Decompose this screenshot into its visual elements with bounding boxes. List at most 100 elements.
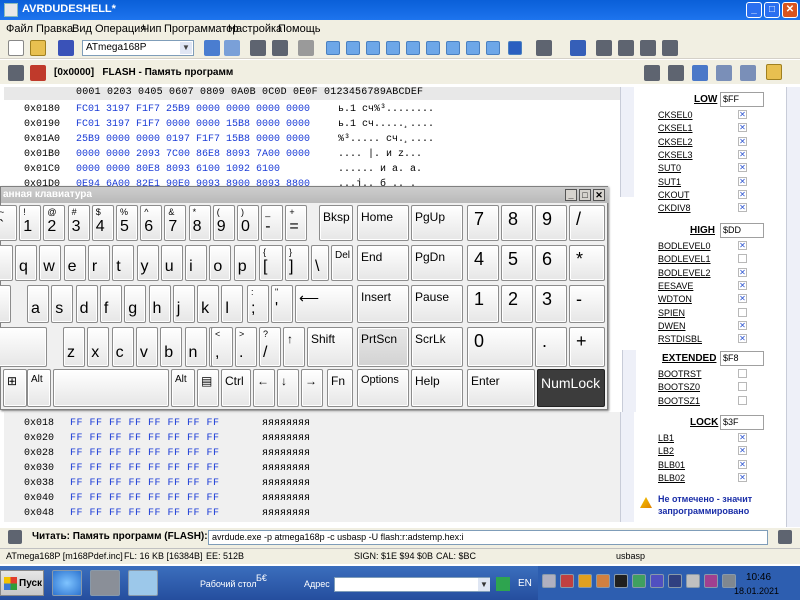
fuse-checkbox[interactable]: ✕ <box>738 294 747 304</box>
keyboard-maximize-button[interactable]: □ <box>579 189 591 201</box>
key-ctrl[interactable]: Ctrl <box>221 369 251 407</box>
key-num-0[interactable]: 0 <box>467 327 533 367</box>
hex-row[interactable]: 0x0180 FC01 3197 F1F7 25B9 0000 0000 0000… <box>4 102 620 117</box>
key-9[interactable]: (9 <box>212 205 235 241</box>
hex-row[interactable]: 0x01A0 25B9 0000 0000 0197 F1F7 15B8 0000… <box>4 132 620 147</box>
hex-tool-1-icon[interactable] <box>326 41 340 55</box>
key-scrlk[interactable]: ScrLk <box>411 327 463 367</box>
hex-row[interactable]: 0x0190 FC01 3197 F1F7 0000 0000 15B8 0000… <box>4 117 620 132</box>
key-home[interactable]: Home <box>357 205 409 241</box>
hex-row[interactable]: 0x01B0 0000 0000 2093 7C00 86E8 8093 7A00… <box>4 147 620 162</box>
hex-row[interactable]: 0x020 FF FF FF FF FF FF FF FF яяяяяяяя <box>4 431 620 446</box>
key-g[interactable]: g <box>124 285 147 323</box>
key-num-6[interactable]: 6 <box>535 245 567 281</box>
edit-chip-icon[interactable] <box>204 40 220 56</box>
read-flash-icon[interactable] <box>8 65 24 81</box>
key-s[interactable]: s <box>51 285 74 323</box>
execute-command-icon[interactable] <box>778 530 792 544</box>
key-semicolon[interactable]: :; <box>247 285 269 323</box>
clock-date[interactable]: 18.01.2021 <box>734 586 779 596</box>
key-num-7[interactable]: 7 <box>467 205 499 241</box>
new-file-icon[interactable] <box>8 40 24 56</box>
fuse-checkbox[interactable] <box>738 382 747 392</box>
key-d[interactable]: d <box>75 285 98 323</box>
fuse-checkbox[interactable]: ✕ <box>738 334 747 344</box>
key-c[interactable]: c <box>111 327 134 367</box>
key-r[interactable]: r <box>87 245 110 281</box>
key-alt-right[interactable]: Alt <box>171 369 195 407</box>
language-indicator[interactable]: EN <box>518 578 532 589</box>
menu-settings[interactable]: Настройка <box>228 23 282 35</box>
key-alt-left[interactable]: Alt <box>27 369 51 407</box>
hex-scrollbar-2[interactable] <box>620 412 634 522</box>
hex-scrollbar[interactable] <box>620 87 634 197</box>
start-button[interactable]: Пуск <box>0 570 44 596</box>
key-=[interactable]: + = <box>285 205 308 241</box>
key-space[interactable] <box>53 369 169 407</box>
menu-edit[interactable]: Правка <box>36 23 73 35</box>
menu-view[interactable]: Вид <box>72 23 92 35</box>
key-b[interactable]: b <box>160 327 183 367</box>
key-pgup[interactable]: PgUp <box>411 205 463 241</box>
key-i[interactable]: i <box>185 245 208 281</box>
fuse-checkbox[interactable]: ✕ <box>738 163 747 173</box>
key-open-bracket[interactable]: {[ <box>259 245 283 281</box>
fuse-checkbox[interactable] <box>738 254 747 264</box>
hex-tool-6-icon[interactable] <box>426 41 440 55</box>
key-5[interactable]: % 5 <box>116 205 138 241</box>
key-o[interactable]: o <box>209 245 232 281</box>
chip-select[interactable]: ATmega168P ▼ <box>82 40 194 56</box>
key-k[interactable]: k <box>197 285 220 323</box>
fuse-checkbox[interactable]: ✕ <box>738 267 747 277</box>
fuse-checkbox[interactable]: ✕ <box>738 320 747 330</box>
hex-tool-7-icon[interactable] <box>446 41 460 55</box>
fuse-high-value[interactable]: $DD <box>720 223 764 238</box>
key-edge-partial[interactable] <box>0 327 47 367</box>
key-7[interactable]: & 7 <box>164 205 187 241</box>
hex-row[interactable]: 0x028 FF FF FF FF FF FF FF FF яяяяяяяя <box>4 446 620 461</box>
key-h[interactable]: h <box>148 285 171 323</box>
close-button[interactable]: ✕ <box>782 2 798 18</box>
menu-operation[interactable]: Операция <box>95 23 146 35</box>
fuse-checkbox[interactable]: ✕ <box>738 459 747 469</box>
tray-icon-2[interactable] <box>560 574 574 588</box>
fuse-low-value[interactable]: $FF <box>720 92 764 107</box>
settings-sliders-icon[interactable] <box>536 40 552 56</box>
hex-tool-2-icon[interactable] <box>346 41 360 55</box>
key-prtscn[interactable]: PrtScn <box>357 327 409 367</box>
key-num-2[interactable]: 2 <box>501 285 533 323</box>
key-4[interactable]: $4 <box>91 205 114 241</box>
key-2[interactable]: @2 <box>43 205 66 241</box>
hex-tool-10-icon[interactable] <box>508 41 522 55</box>
key-num-9[interactable]: 9 <box>535 205 567 241</box>
key-l[interactable]: l <box>221 285 244 323</box>
go-arrow-icon[interactable] <box>496 577 510 591</box>
minimize-button[interactable]: _ <box>746 2 762 18</box>
hex-row[interactable]: 0x038 FF FF FF FF FF FF FF FF яяяяяяяя <box>4 476 620 491</box>
key-f[interactable]: f <box>99 285 122 323</box>
fuse-load-icon[interactable] <box>692 65 708 81</box>
right-scrollbar[interactable] <box>622 350 636 412</box>
fuse-checkbox[interactable]: ✕ <box>738 176 747 186</box>
open-folder-icon[interactable] <box>30 40 46 56</box>
lock-bits-icon[interactable] <box>766 64 782 80</box>
fuse-compare-icon[interactable] <box>740 65 756 81</box>
key-num-decimal[interactable]: . <box>535 327 567 367</box>
fuse-checkbox[interactable] <box>738 395 747 405</box>
hex-row[interactable]: 0x040 FF FF FF FF FF FF FF FF яяяяяяяя <box>4 491 620 506</box>
explorer-icon[interactable] <box>128 570 158 596</box>
key-8[interactable]: * 8 <box>188 205 211 241</box>
key-edge-partial[interactable] <box>0 245 13 281</box>
desktop-label[interactable]: Рабочий стол <box>200 579 257 589</box>
fuse-checkbox[interactable]: ✕ <box>738 110 747 119</box>
hex-tool-4-icon[interactable] <box>386 41 400 55</box>
key-left[interactable]: ← <box>253 369 275 407</box>
key-edge-partial[interactable] <box>0 285 11 323</box>
key-end[interactable]: End <box>357 245 409 281</box>
key-v[interactable]: v <box>135 327 158 367</box>
fuse-checkbox[interactable]: ✕ <box>738 189 747 199</box>
key-num-enter[interactable]: Enter <box>467 369 535 407</box>
hex-row[interactable]: 0x018 FF FF FF FF FF FF FF FF яяяяяяяя <box>4 416 620 431</box>
hex-tool-8-icon[interactable] <box>466 41 480 55</box>
chip-info-icon[interactable] <box>224 40 240 56</box>
